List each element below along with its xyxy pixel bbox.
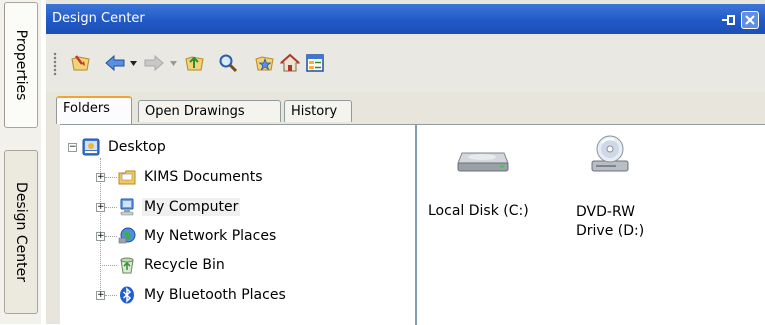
tree-expand-button[interactable]: +: [96, 291, 105, 300]
tree-item-my-bluetooth-places[interactable]: My Bluetooth Places: [118, 284, 288, 306]
tree-item-label: KIMS Documents: [144, 169, 263, 185]
tree-connector: [105, 236, 117, 237]
dvd-drive-icon[interactable]: [588, 133, 632, 180]
toolbar: [46, 34, 765, 92]
toolbar-grip[interactable]: [53, 52, 57, 76]
side-tab-strip: Properties Design Center: [0, 0, 41, 324]
title-bar[interactable]: Design Center: [46, 4, 765, 34]
recycle-bin-icon: [118, 256, 136, 274]
content-palette: Local Disk (C:) DVD-RW Drive (D:): [418, 125, 765, 325]
drive-label-c[interactable]: Local Disk (C:): [428, 203, 568, 219]
home-icon[interactable]: [278, 52, 302, 74]
tree-item-label: My Bluetooth Places: [144, 287, 286, 303]
tree-item-label: My Network Places: [144, 228, 277, 244]
back-dropdown-icon[interactable]: [128, 52, 138, 74]
hard-disk-icon[interactable]: [456, 143, 510, 176]
tree-connector: [105, 295, 117, 296]
tab-history-label: History: [291, 104, 338, 119]
tree-expand-button[interactable]: +: [96, 173, 105, 182]
network-icon: [118, 227, 136, 245]
tree-expand-button[interactable]: +: [96, 232, 105, 241]
properties-side-tab-label: Properties: [13, 29, 29, 101]
window-title: Design Center: [52, 11, 145, 26]
design-center-panel: Design Center Folders Open Drawings Hist…: [46, 0, 765, 325]
drive-label-d[interactable]: DVD-RW Drive (D:): [576, 203, 656, 241]
folder-tree[interactable]: − Desktop + KIMS Documents + My Computer…: [60, 125, 417, 325]
tree-connector: [100, 265, 117, 266]
back-icon[interactable]: [104, 52, 126, 74]
close-icon[interactable]: [741, 11, 759, 29]
forward-icon[interactable]: [142, 52, 166, 74]
tree-collapse-button[interactable]: −: [68, 143, 77, 152]
design-center-side-tab-label: Design Center: [13, 182, 29, 282]
tree-expand-button[interactable]: +: [96, 203, 105, 212]
favorites-icon[interactable]: [252, 52, 278, 74]
search-icon[interactable]: [216, 52, 240, 74]
tab-content: − Desktop + KIMS Documents + My Computer…: [60, 124, 765, 325]
tree-item-desktop[interactable]: Desktop: [82, 136, 168, 158]
tree-view-toggle-icon[interactable]: [304, 52, 326, 74]
tree-item-label: Recycle Bin: [144, 257, 225, 273]
tab-open-drawings[interactable]: Open Drawings: [138, 100, 281, 122]
load-icon[interactable]: [68, 52, 94, 74]
computer-icon: [118, 198, 136, 216]
tree-connector: [105, 207, 117, 208]
bluetooth-icon: [118, 286, 136, 304]
tree-item-label: My Computer: [142, 198, 241, 216]
tree-connector: [105, 177, 117, 178]
tree-item-recycle-bin[interactable]: Recycle Bin: [118, 254, 227, 276]
tree-item-kims-documents[interactable]: KIMS Documents: [118, 166, 265, 188]
tab-folders[interactable]: Folders: [56, 96, 132, 124]
tree-item-my-computer[interactable]: My Computer: [118, 196, 241, 218]
tab-folders-label: Folders: [63, 101, 110, 116]
desktop-icon: [82, 138, 100, 156]
up-folder-icon[interactable]: [182, 52, 208, 74]
tree-item-my-network-places[interactable]: My Network Places: [118, 225, 278, 247]
auto-hide-pin-icon[interactable]: [720, 11, 738, 29]
design-center-side-tab[interactable]: Design Center: [4, 150, 38, 314]
tab-open-drawings-label: Open Drawings: [145, 104, 245, 119]
properties-side-tab[interactable]: Properties: [4, 2, 38, 128]
forward-dropdown-icon[interactable]: [168, 52, 178, 74]
tree-item-label: Desktop: [108, 139, 166, 155]
tab-history[interactable]: History: [284, 100, 352, 122]
documents-icon: [118, 168, 136, 186]
